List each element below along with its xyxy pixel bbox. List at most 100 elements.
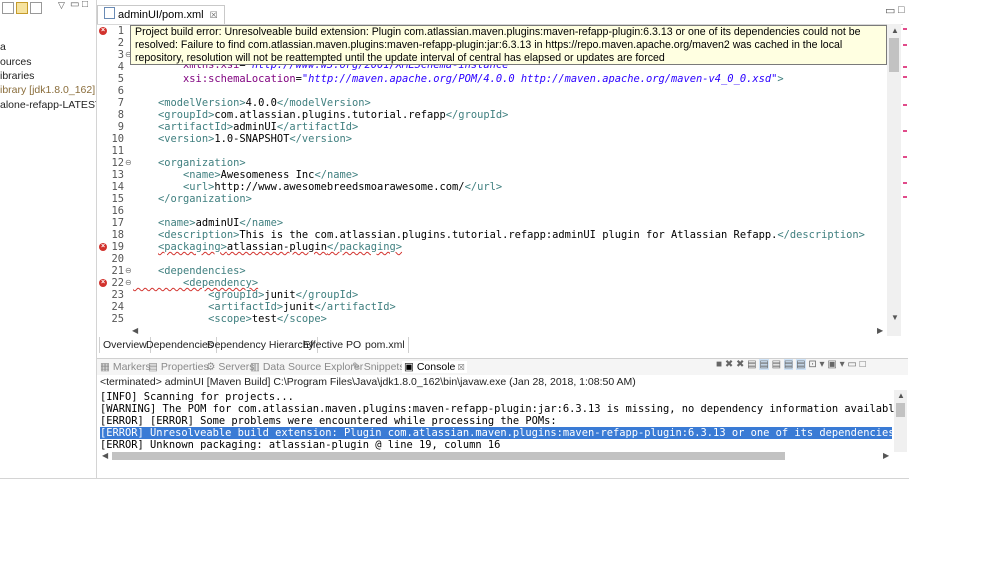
console-hscroll-thumb[interactable] (112, 452, 785, 460)
code-line: <dependencies> (133, 265, 246, 277)
code-line: <dependency> (133, 277, 259, 289)
line-number: 8 (117, 109, 124, 121)
line-number: 24 (111, 301, 124, 313)
line-number: 9 (117, 121, 124, 133)
line-number: 1 (117, 25, 124, 37)
open-console-icon[interactable]: ▣ (827, 359, 836, 370)
overview-error-mark[interactable] (903, 130, 907, 132)
close-tab-icon[interactable]: ☒ (210, 10, 218, 20)
console-line-selected[interactable]: [ERROR] Unresolveable build extension: P… (100, 427, 892, 439)
scroll-up-icon[interactable]: ▲ (891, 26, 899, 35)
overview-error-mark[interactable] (903, 44, 907, 46)
maximize-editor-icon[interactable]: □ (898, 4, 905, 16)
line-number: 13 (111, 169, 124, 181)
explorer-item-jdk[interactable]: ibrary [jdk1.8.0_162] (0, 84, 95, 96)
overview-error-mark[interactable] (903, 76, 907, 78)
remove-all-icon[interactable]: ✖ (736, 359, 744, 370)
console-scroll-thumb[interactable] (896, 403, 905, 417)
display-console-icon[interactable]: ▾ (820, 359, 825, 370)
pin-console-icon[interactable]: ⊡ (808, 359, 816, 370)
markers-icon: ▦ (100, 361, 113, 373)
tab-pom-xml[interactable]: pom.xml (362, 337, 409, 353)
fold-icon[interactable]: ⊖ (125, 158, 132, 167)
tab-data-source-explorer[interactable]: ▥ Data Source Explorer (250, 361, 363, 373)
overview-error-mark[interactable] (903, 28, 907, 30)
explorer-item[interactable]: ources (0, 56, 32, 68)
editor-scroll-thumb[interactable] (889, 38, 899, 72)
tab-console[interactable]: ▣ Console ☒ (402, 361, 467, 373)
line-number: 2 (117, 37, 124, 49)
maximize-icon[interactable]: □ (82, 0, 88, 10)
code-line: </organization> (133, 193, 252, 205)
minimize-panel-icon[interactable]: ▭ (847, 359, 856, 370)
scroll-left-icon[interactable]: ◀ (132, 326, 138, 335)
line-number: 23 (111, 289, 124, 301)
console-line: [WARNING] The POM for com.atlassian.mave… (100, 403, 901, 415)
explorer-item[interactable]: ibraries (0, 70, 34, 82)
line-number: 19 (111, 241, 124, 253)
code-line: <description>This is the com.atlassian.p… (133, 229, 865, 241)
new-console-icon[interactable]: ▾ (840, 359, 845, 370)
code-line: <scope>test</scope> (133, 313, 327, 325)
minimize-editor-icon[interactable]: ▭ (885, 4, 895, 17)
link-editor-icon[interactable] (16, 2, 28, 14)
properties-icon: ▤ (148, 361, 161, 373)
line-number: 16 (111, 205, 124, 217)
tab-properties[interactable]: ▤ Properties (148, 361, 209, 373)
show-stdout-icon[interactable]: ▤ (783, 359, 794, 370)
code-line: <groupId>com.atlassian.plugins.tutorial.… (133, 109, 509, 121)
line-number: 3 (117, 49, 124, 61)
editor-horizontal-scrollbar[interactable] (130, 325, 887, 337)
overview-error-mark[interactable] (903, 196, 907, 198)
line-number: 12 (111, 157, 124, 169)
clear-console-icon[interactable]: ▤ (747, 359, 756, 370)
tab-servers[interactable]: ⚙ Servers (206, 361, 255, 373)
explorer-item[interactable]: a (0, 41, 6, 53)
line-number: 18 (111, 229, 124, 241)
scroll-right-icon[interactable]: ▶ (883, 451, 889, 460)
snippets-icon: ✎ (352, 361, 364, 373)
tab-snippets[interactable]: ✎ Snippets (352, 361, 405, 373)
fold-icon[interactable]: ⊖ (125, 278, 132, 287)
project-explorer: ▽ ▭ □ a ources ibraries ibrary [jdk1.8.0… (0, 0, 97, 478)
minimize-icon[interactable]: ▭ (70, 0, 79, 10)
focus-icon[interactable] (30, 2, 42, 14)
word-wrap-icon[interactable]: ▤ (772, 359, 781, 370)
overview-error-mark[interactable] (903, 66, 907, 68)
terminate-icon[interactable]: ■ (716, 359, 722, 370)
scroll-up-icon[interactable]: ▲ (897, 391, 905, 400)
tab-markers[interactable]: ▦ Markers (100, 361, 151, 373)
code-line: <packaging>atlassian-plugin</packaging> (158, 241, 403, 253)
explorer-toolbar: ▽ ▭ □ (0, 0, 96, 16)
code-line: <name>Awesomeness Inc</name> (133, 169, 359, 181)
servers-icon: ⚙ (206, 361, 219, 373)
overview-error-mark[interactable] (903, 182, 907, 184)
console-status: <terminated> adminUI [Maven Build] C:\Pr… (100, 376, 636, 388)
explorer-item[interactable]: alone-refapp-LATEST (0, 99, 96, 111)
console-line: [INFO] Scanning for projects... (100, 391, 294, 403)
line-number: 21 (111, 265, 124, 277)
overview-error-mark[interactable] (903, 104, 907, 106)
overview-error-mark[interactable] (903, 156, 907, 158)
show-stderr-icon[interactable]: ▤ (796, 359, 806, 370)
scroll-lock-icon[interactable]: ▤ (759, 359, 769, 370)
editor-tab-pom[interactable]: adminUI/pom.xml ☒ (97, 5, 225, 24)
scroll-down-icon[interactable]: ▼ (891, 313, 899, 322)
code-line: <name>adminUI</name> (133, 217, 284, 229)
maximize-panel-icon[interactable]: □ (860, 359, 866, 370)
remove-launch-icon[interactable]: ✖ (725, 359, 733, 370)
line-number: 4 (117, 61, 124, 73)
line-number: 15 (111, 193, 124, 205)
line-number: 17 (111, 217, 124, 229)
scroll-left-icon[interactable]: ◀ (102, 451, 108, 460)
close-tab-icon[interactable]: ☒ (455, 363, 465, 372)
collapse-all-icon[interactable] (2, 2, 14, 14)
scroll-right-icon[interactable]: ▶ (877, 326, 883, 335)
line-number: 7 (117, 97, 124, 109)
code-line: <version>1.0-SNAPSHOT</version> (133, 133, 352, 145)
line-number: 20 (111, 253, 124, 265)
line-number: 11 (111, 145, 124, 157)
view-menu-icon[interactable]: ▽ (58, 0, 65, 11)
xml-file-icon (104, 7, 115, 19)
fold-icon[interactable]: ⊖ (125, 266, 132, 275)
